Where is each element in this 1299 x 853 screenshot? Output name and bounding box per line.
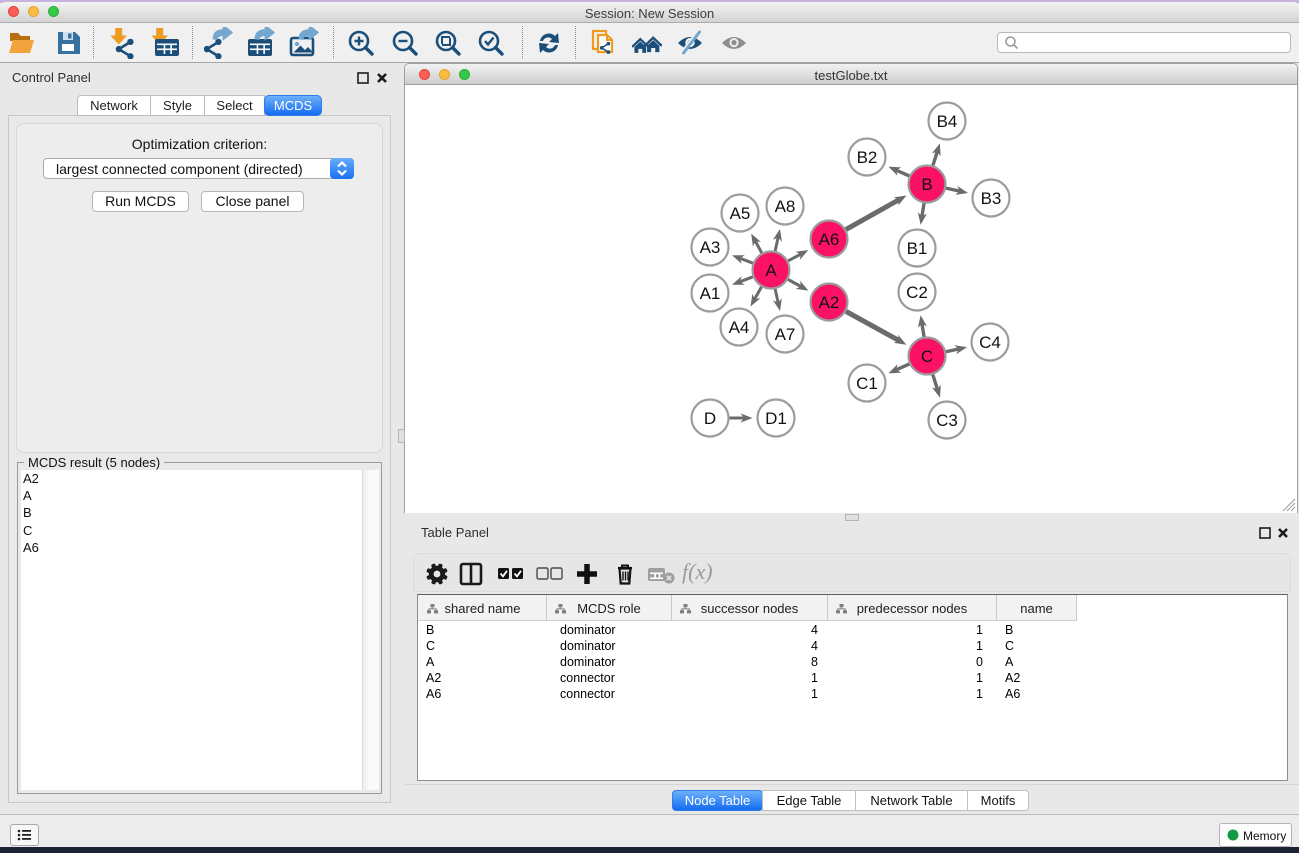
svg-text:C: C [921, 347, 933, 366]
svg-text:A7: A7 [775, 325, 796, 344]
svg-text:B1: B1 [907, 239, 928, 258]
svg-text:B3: B3 [981, 189, 1002, 208]
svg-text:C4: C4 [979, 333, 1001, 352]
svg-text:C1: C1 [856, 374, 878, 393]
svg-text:A2: A2 [819, 293, 840, 312]
svg-text:A8: A8 [775, 197, 796, 216]
svg-text:C3: C3 [936, 411, 958, 430]
svg-text:A1: A1 [700, 284, 721, 303]
svg-text:D: D [704, 409, 716, 428]
svg-text:B: B [921, 175, 932, 194]
svg-text:A6: A6 [819, 230, 840, 249]
svg-text:A4: A4 [729, 318, 750, 337]
svg-text:C2: C2 [906, 283, 928, 302]
svg-text:B4: B4 [937, 112, 958, 131]
svg-text:A: A [765, 261, 777, 280]
svg-text:A5: A5 [730, 204, 751, 223]
svg-text:A3: A3 [700, 238, 721, 257]
svg-text:B2: B2 [857, 148, 878, 167]
svg-text:D1: D1 [765, 409, 787, 428]
